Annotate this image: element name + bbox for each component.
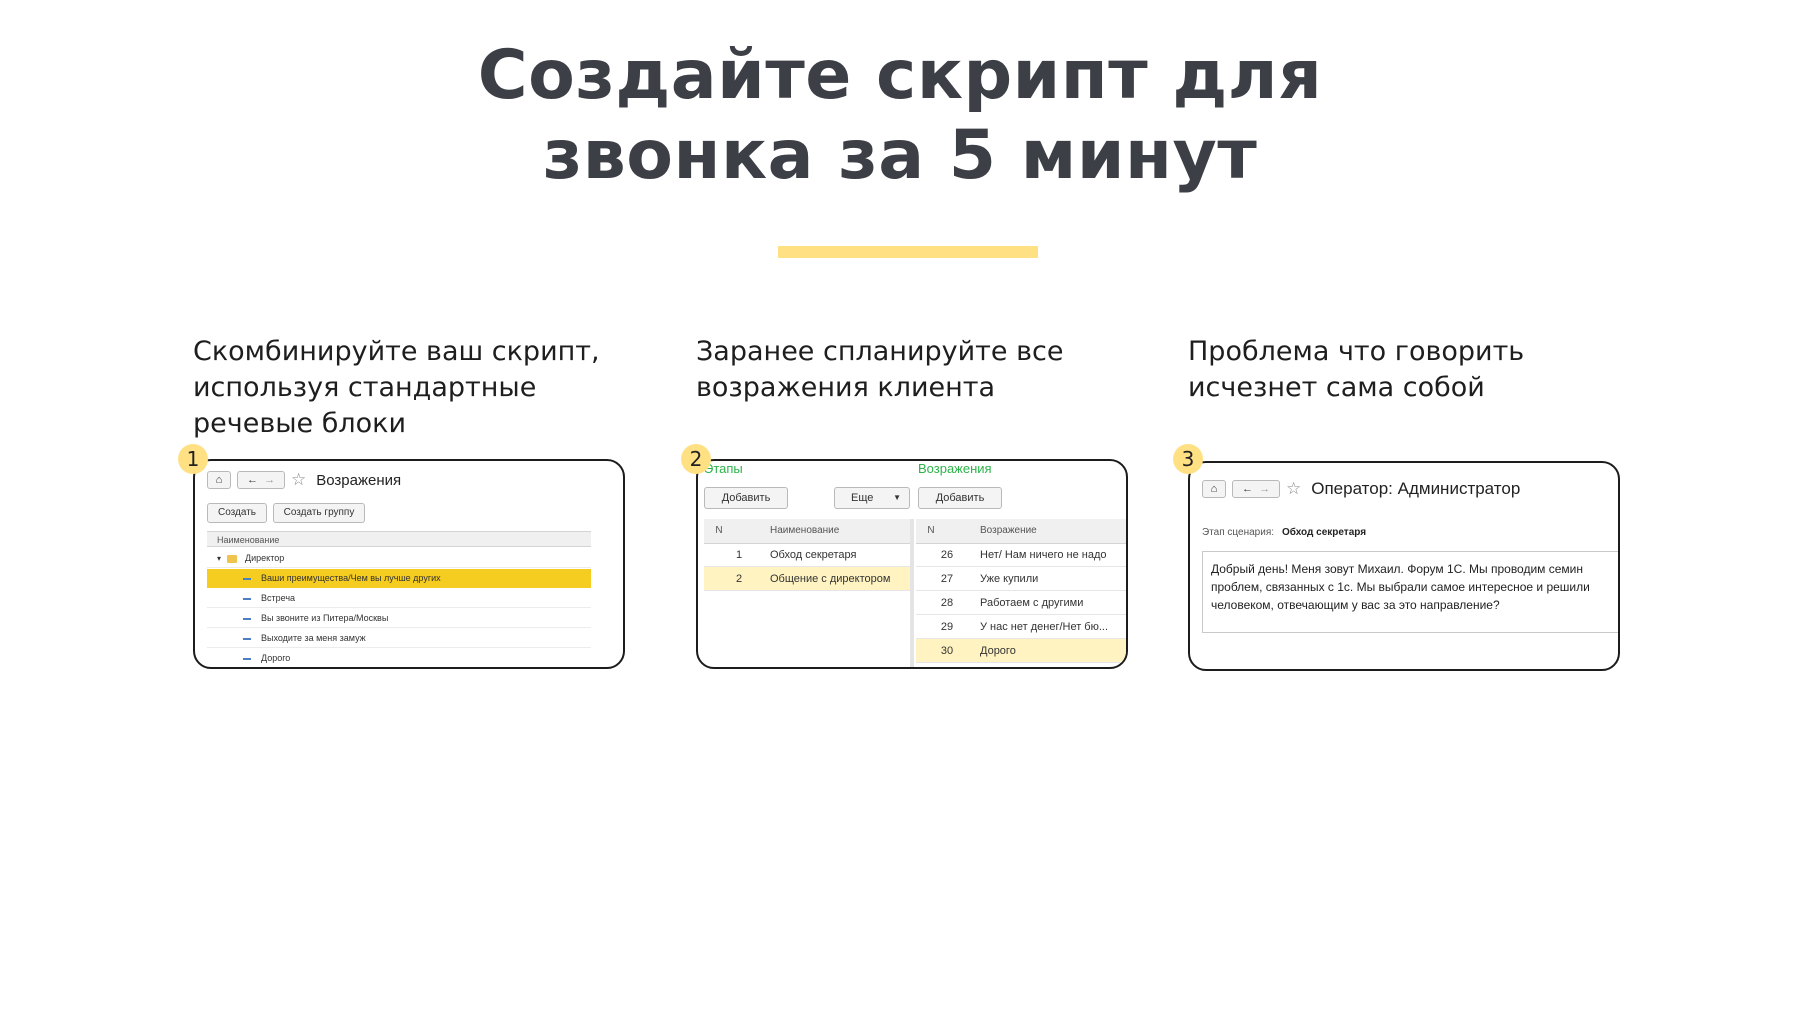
nav-toolbar: ⌂ ← → ☆ Возражения (207, 470, 401, 490)
column-header-n[interactable]: N (916, 519, 946, 543)
feature-1-caption-line: используя стандартные (193, 372, 537, 403)
create-button[interactable]: Создать (207, 503, 267, 523)
row-number: 27 (940, 573, 954, 585)
feature-3-caption-line: Проблема что говорить (1188, 336, 1525, 367)
tree-row[interactable]: Ваши преимущества/Чем вы лучше других (207, 569, 591, 588)
row-number: 30 (940, 645, 954, 657)
tree-row[interactable]: Встреча (207, 589, 591, 608)
screenshot-stages-objections: Этапы Возражения Добавить Еще ▼ Добавить … (696, 459, 1128, 669)
item-icon (243, 597, 251, 600)
column-header-name[interactable]: Наименование (770, 519, 839, 543)
hero-title: Создайте скрипт для звонка за 5 минут (300, 36, 1500, 196)
table-row[interactable]: 27 Уже купили (916, 567, 1126, 591)
forward-icon[interactable]: → (1259, 483, 1270, 495)
stage-field-value: Обход секретаря (1282, 527, 1367, 538)
more-button-label: Еще (851, 492, 874, 504)
panel-divider[interactable] (910, 519, 914, 667)
folder-icon (227, 554, 238, 563)
item-icon (243, 637, 251, 640)
item-icon (243, 577, 251, 580)
row-name: Дорого (980, 645, 1016, 657)
table-row[interactable]: 26 Нет/ Нам ничего не надо (916, 543, 1126, 567)
step-badge-3: 3 (1173, 444, 1203, 474)
tree-row[interactable]: Дорого (207, 649, 591, 667)
feature-3: Проблема что говорить исчезнет сама собо… (1188, 334, 1628, 406)
stage-field-label: Этап сценария: (1202, 527, 1275, 538)
row-name: Нет/ Нам ничего не надо (980, 549, 1107, 561)
objections-table-header: N Возражение (916, 519, 1126, 544)
step-badge-2: 2 (681, 444, 711, 474)
hero-title-line-2: звонка за 5 минут (542, 116, 1258, 195)
item-icon (243, 657, 251, 660)
tree-group-row[interactable]: ▾ Директор (207, 549, 591, 568)
feature-2: Заранее спланируйте все возражения клиен… (696, 334, 1136, 406)
feature-2-caption-line: Заранее спланируйте все (696, 336, 1064, 367)
script-text-line: человеком, отвечающим у вас за это напра… (1211, 598, 1500, 612)
row-name: Работаем с другими (980, 597, 1084, 609)
row-name: Обход секретаря (770, 549, 857, 561)
screenshot-operator-script: ⌂ ← → ☆ Оператор: Администратор Этап сце… (1188, 461, 1620, 671)
column-header-objection[interactable]: Возражение (980, 519, 1037, 543)
script-text-area[interactable]: Добрый день! Меня зовут Михаил. Форум 1С… (1202, 551, 1618, 633)
feature-1-caption-line: речевые блоки (193, 408, 407, 439)
feature-3-caption: Проблема что говорить исчезнет сама собо… (1188, 334, 1628, 406)
feature-1: Скомбинируйте ваш скрипт, используя стан… (193, 334, 633, 442)
dropdown-arrow-icon: ▼ (893, 493, 901, 502)
feature-1-caption-line: Скомбинируйте ваш скрипт, (193, 336, 600, 367)
stage-field: Этап сценария: Обход секретаря (1202, 527, 1366, 538)
row-name: Уже купили (980, 573, 1039, 585)
script-text-line: проблем, связанных с 1с. Мы выбрали само… (1211, 580, 1590, 594)
table-row[interactable]: 30 Дорого (916, 639, 1126, 663)
table-row[interactable]: 2 Общение с директором (704, 567, 910, 591)
tree-row[interactable]: Вы звоните из Питера/Москвы (207, 609, 591, 628)
table-row[interactable]: 29 У нас нет денег/Нет бю... (916, 615, 1126, 639)
feature-3-caption-line: исчезнет сама собой (1188, 372, 1485, 403)
tree-row-label: Встреча (261, 593, 296, 603)
table-row[interactable]: 28 Работаем с другими (916, 591, 1126, 615)
feature-2-caption: Заранее спланируйте все возражения клиен… (696, 334, 1136, 406)
row-number: 26 (940, 549, 954, 561)
back-forward-group: ← → (237, 471, 285, 489)
tree-group-label: Директор (245, 553, 285, 563)
step-badge-1: 1 (178, 444, 208, 474)
star-icon[interactable]: ☆ (1286, 479, 1301, 499)
feature-1-caption: Скомбинируйте ваш скрипт, используя стан… (193, 334, 633, 442)
create-group-button[interactable]: Создать группу (273, 503, 365, 523)
forward-icon[interactable]: → (264, 474, 275, 486)
window-title: Оператор: Администратор (1311, 479, 1521, 498)
row-number: 1 (735, 549, 743, 561)
nav-toolbar: ⌂ ← → ☆ Оператор: Администратор (1202, 479, 1520, 499)
hero-title-line-1: Создайте скрипт для (477, 36, 1323, 115)
screenshot-objections-tree: ⌂ ← → ☆ Возражения Создать Создать групп… (193, 459, 625, 669)
row-number: 29 (940, 621, 954, 633)
back-icon[interactable]: ← (247, 474, 258, 486)
item-icon (243, 617, 251, 620)
row-name: У нас нет денег/Нет бю... (980, 621, 1109, 633)
more-button[interactable]: Еще ▼ (834, 487, 910, 509)
star-icon[interactable]: ☆ (291, 470, 306, 490)
table-row[interactable]: 1 Обход секретаря (704, 543, 910, 567)
feature-2-caption-line: возражения клиента (696, 372, 996, 403)
script-text-line: Добрый день! Меня зовут Михаил. Форум 1С… (1211, 562, 1584, 576)
row-number: 2 (735, 573, 743, 585)
home-icon[interactable]: ⌂ (207, 471, 231, 489)
accent-bar (778, 246, 1038, 258)
tree-row-label: Дорого (261, 653, 291, 663)
column-header-n[interactable]: N (704, 519, 734, 543)
back-icon[interactable]: ← (1242, 483, 1253, 495)
tree-row-label: Ваши преимущества/Чем вы лучше других (261, 573, 441, 583)
back-forward-group: ← → (1232, 480, 1280, 498)
tree-row[interactable]: Выходите за меня замуж (207, 629, 591, 648)
window-title: Возражения (316, 471, 402, 489)
home-icon[interactable]: ⌂ (1202, 480, 1226, 498)
add-stage-button[interactable]: Добавить (704, 487, 788, 509)
add-objection-button[interactable]: Добавить (918, 487, 1002, 509)
objections-label: Возражения (918, 461, 992, 476)
stages-table-header: N Наименование (704, 519, 910, 544)
row-name: Общение с директором (770, 573, 891, 585)
row-number: 28 (940, 597, 954, 609)
tree-row-label: Вы звоните из Питера/Москвы (261, 613, 389, 623)
column-header-name[interactable]: Наименование (207, 531, 591, 547)
tree-row-label: Выходите за меня замуж (261, 633, 366, 643)
